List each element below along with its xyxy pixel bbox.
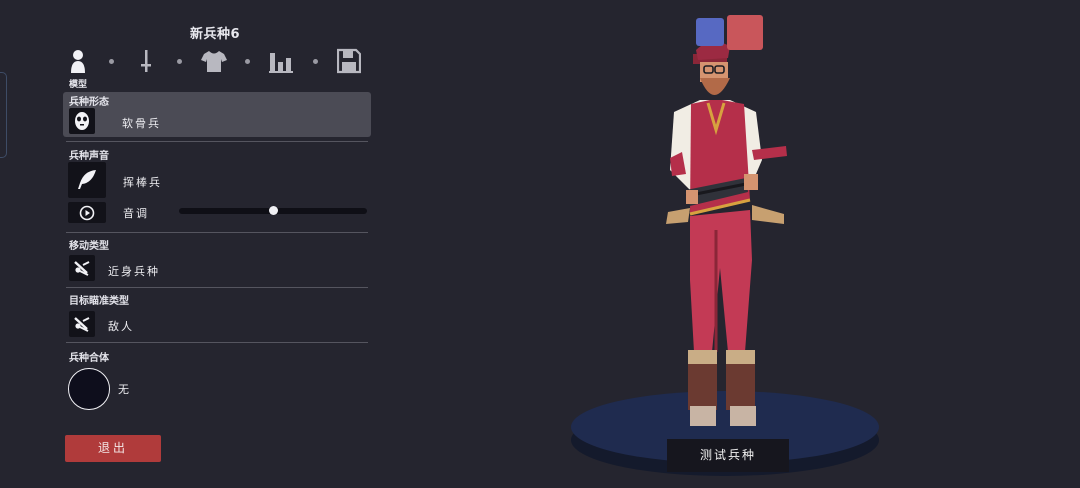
merge-value: 无 bbox=[118, 383, 131, 396]
unit-title: 新兵种6 bbox=[189, 27, 241, 42]
voice-value: 挥棒兵 bbox=[123, 176, 162, 189]
person-icon[interactable] bbox=[66, 48, 94, 76]
exit-button[interactable]: 退出 bbox=[65, 435, 161, 462]
section-divider bbox=[66, 342, 368, 343]
shirt-icon[interactable] bbox=[200, 48, 228, 76]
tab-model-label: 模型 bbox=[69, 80, 88, 90]
form-option-row[interactable] bbox=[63, 92, 371, 137]
voice-section-label: 兵种声音 bbox=[69, 151, 109, 162]
form-section-label: 兵种形态 bbox=[69, 97, 109, 108]
side-drawer-handle[interactable] bbox=[0, 72, 7, 158]
red-team-color-swatch[interactable] bbox=[727, 15, 763, 50]
blue-team-color-swatch[interactable] bbox=[696, 18, 724, 46]
tab-separator bbox=[109, 59, 114, 64]
sword-icon[interactable] bbox=[134, 48, 162, 76]
target-icon[interactable] bbox=[69, 311, 95, 337]
test-unit-button[interactable]: 测试兵种 bbox=[667, 439, 789, 472]
save-icon[interactable] bbox=[337, 48, 365, 76]
targeting-section-label: 目标瞄准类型 bbox=[69, 296, 129, 307]
melee-icon[interactable] bbox=[69, 255, 95, 281]
pitch-slider-knob[interactable] bbox=[268, 206, 278, 215]
merge-section-label: 兵种合体 bbox=[69, 353, 109, 364]
pitch-label: 音调 bbox=[123, 207, 149, 220]
movement-section-label: 移动类型 bbox=[69, 241, 109, 252]
play-icon[interactable] bbox=[68, 202, 106, 223]
bar-chart-icon[interactable] bbox=[269, 48, 297, 76]
feather-icon[interactable] bbox=[68, 162, 106, 198]
unit-preview bbox=[571, 41, 879, 476]
section-divider bbox=[66, 287, 368, 288]
movement-value: 近身兵种 bbox=[108, 265, 160, 278]
form-value: 软骨兵 bbox=[122, 117, 161, 130]
mask-icon bbox=[69, 108, 95, 134]
tab-separator bbox=[245, 59, 250, 64]
tab-separator bbox=[313, 59, 318, 64]
targeting-value: 敌人 bbox=[108, 320, 134, 333]
section-divider bbox=[66, 232, 368, 233]
section-divider bbox=[66, 141, 368, 142]
merge-slot[interactable] bbox=[68, 368, 110, 410]
tab-separator bbox=[177, 59, 182, 64]
